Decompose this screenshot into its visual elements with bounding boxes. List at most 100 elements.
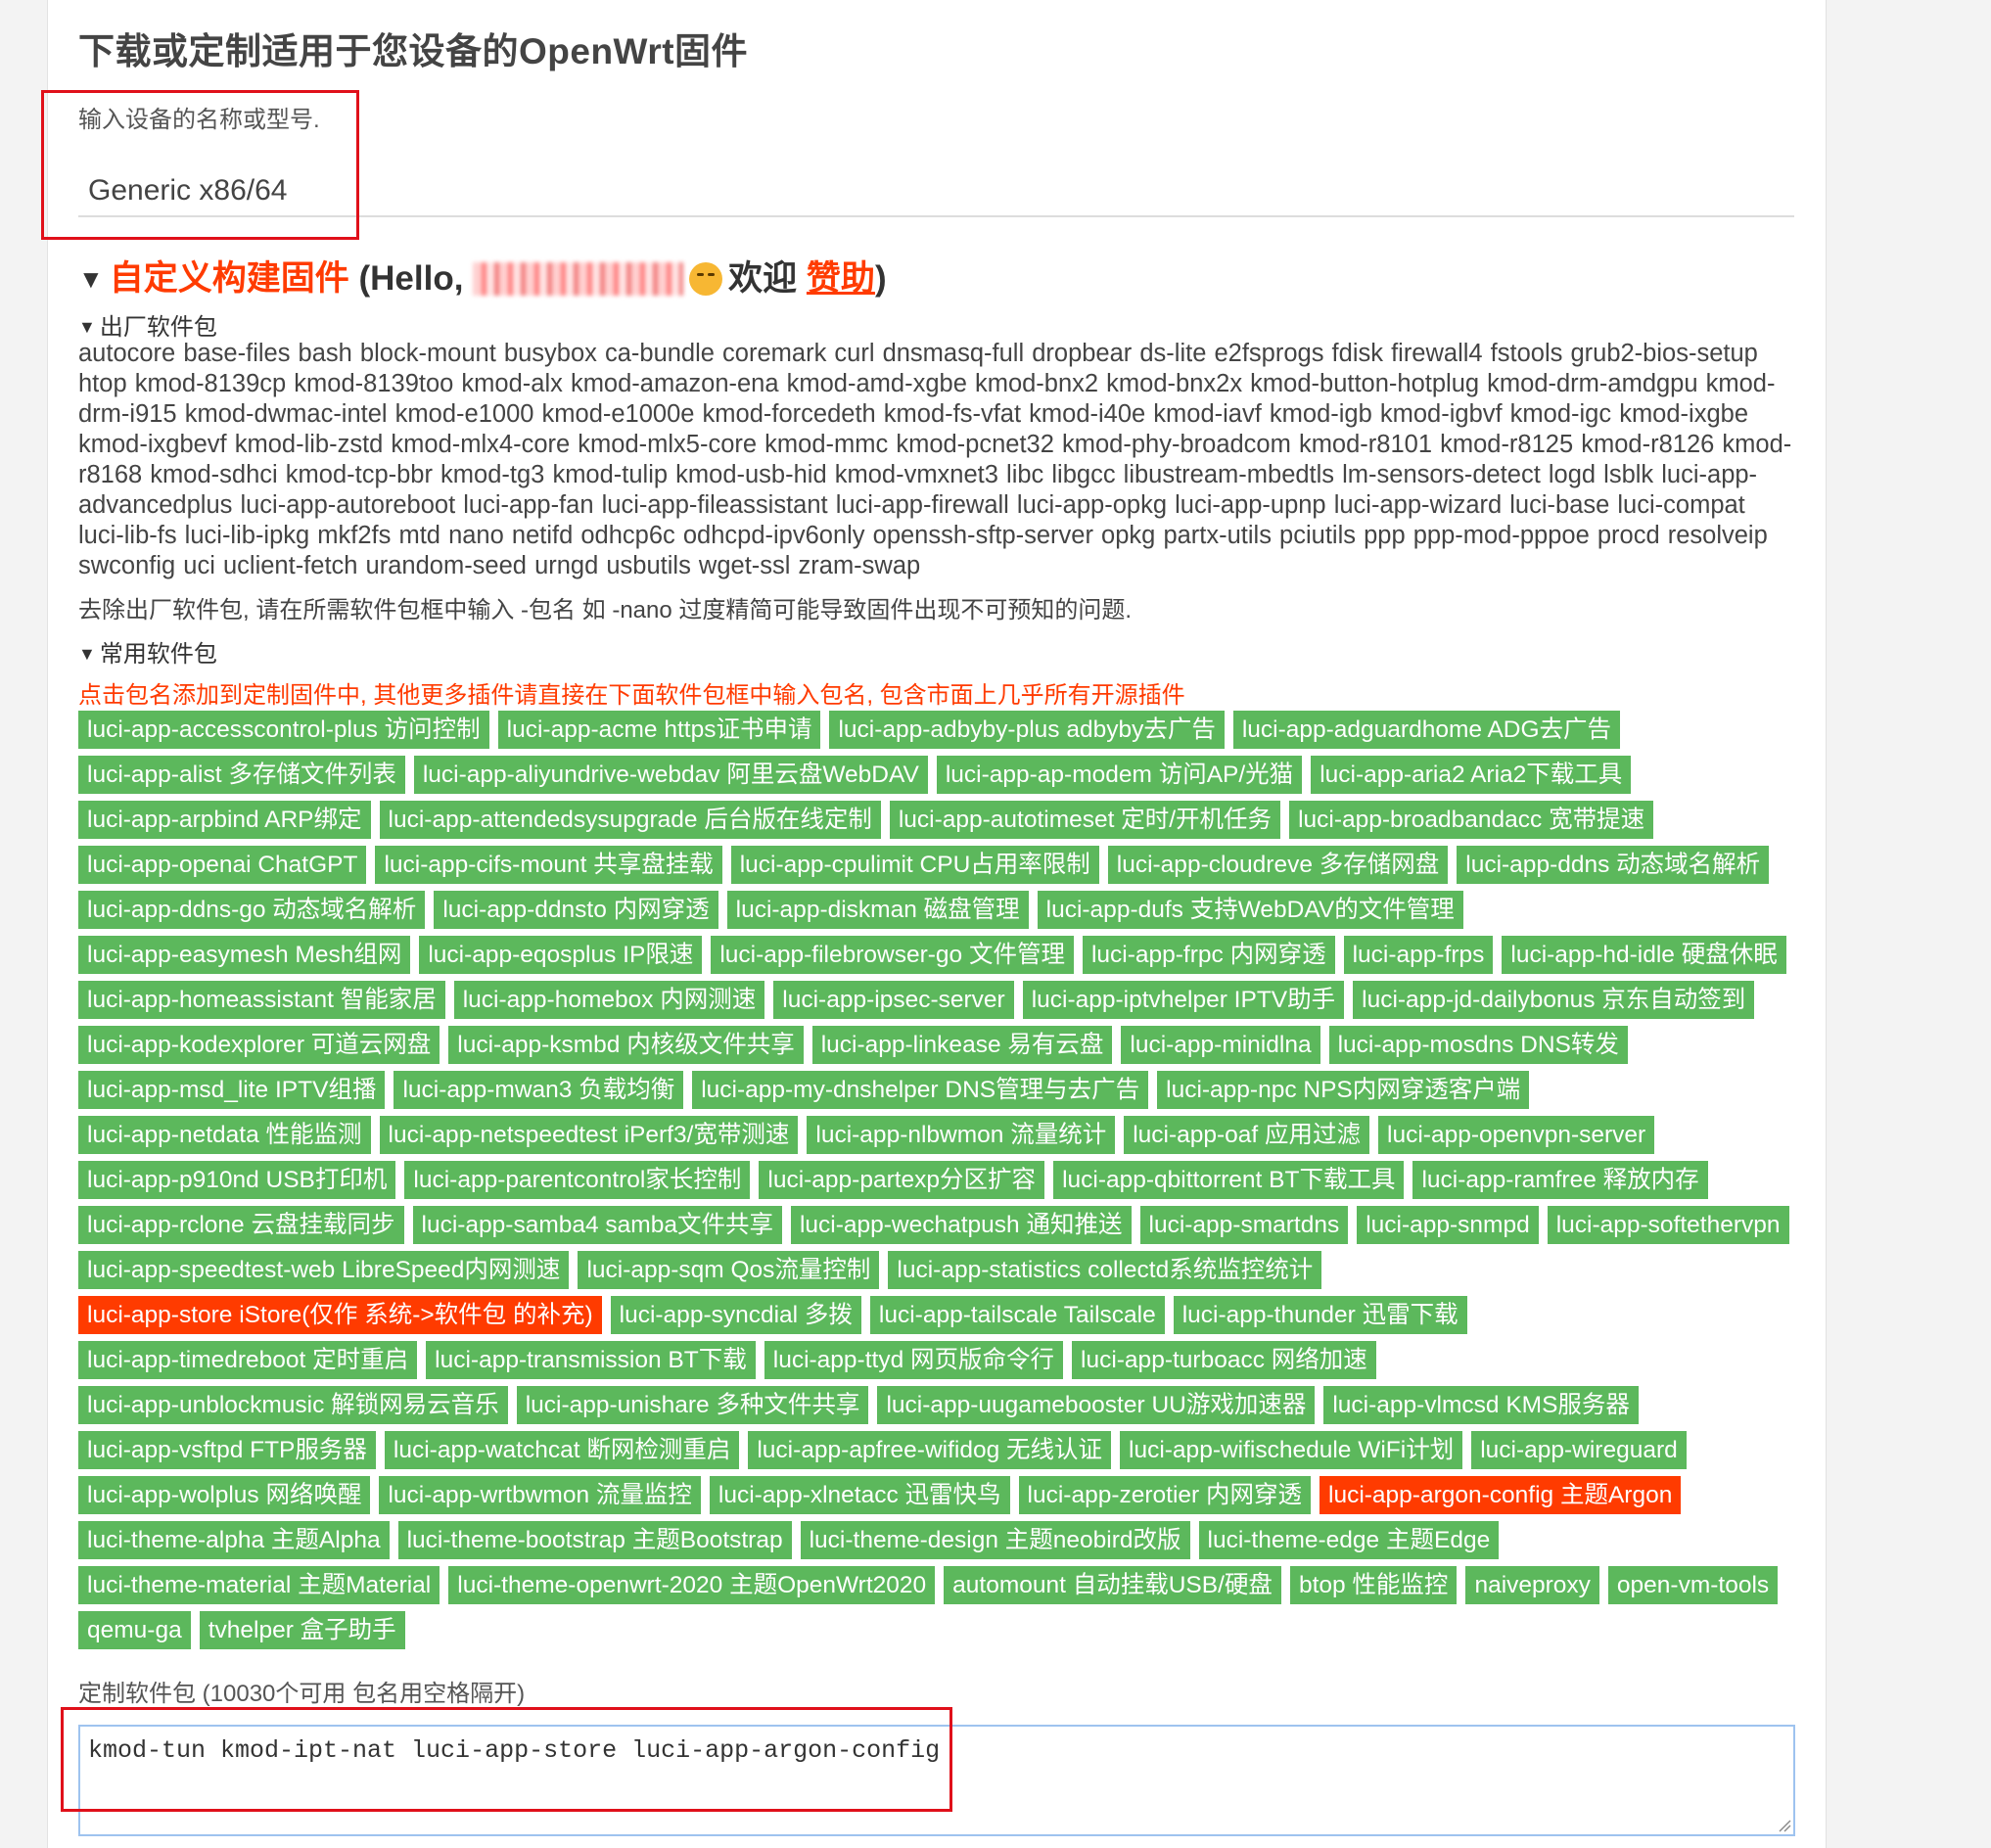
package-button[interactable]: luci-app-accesscontrol-plus 访问控制 xyxy=(78,711,489,749)
common-packages-toggle[interactable]: ▼ 常用软件包 xyxy=(78,634,217,669)
package-button[interactable]: luci-app-ipsec-server xyxy=(773,981,1014,1019)
package-button[interactable]: luci-app-uugamebooster UU游戏加速器 xyxy=(877,1386,1316,1424)
package-button[interactable]: luci-app-ramfree 释放内存 xyxy=(1412,1161,1708,1199)
collapse-triangle-icon[interactable]: ▼ xyxy=(78,317,96,337)
package-button[interactable]: luci-app-xlnetacc 迅雷快鸟 xyxy=(709,1476,1010,1514)
package-button[interactable]: naiveproxy xyxy=(1465,1566,1599,1604)
package-button[interactable]: luci-app-my-dnshelper DNS管理与去广告 xyxy=(692,1071,1149,1109)
package-button[interactable]: luci-app-sqm Qos流量控制 xyxy=(578,1251,880,1289)
package-button[interactable]: luci-app-easymesh Mesh组网 xyxy=(78,936,411,974)
package-button[interactable]: luci-app-openai ChatGPT xyxy=(78,846,367,884)
package-button[interactable]: luci-app-parentcontrol家长控制 xyxy=(404,1161,751,1199)
package-button[interactable]: luci-app-timedreboot 定时重启 xyxy=(78,1341,418,1379)
package-button[interactable]: luci-app-cloudreve 多存储网盘 xyxy=(1107,846,1449,884)
package-button[interactable]: luci-app-attendedsysupgrade 后台版在线定制 xyxy=(379,801,881,839)
custom-build-heading[interactable]: ▼ 自定义构建固件 (Hello, 欢迎 赞助) xyxy=(78,251,887,300)
package-button[interactable]: luci-app-linkease 易有云盘 xyxy=(811,1026,1113,1064)
package-button[interactable]: automount 自动挂载USB/硬盘 xyxy=(944,1566,1281,1604)
package-button[interactable]: luci-theme-bootstrap 主题Bootstrap xyxy=(397,1521,792,1559)
package-button[interactable]: luci-app-rclone 云盘挂载同步 xyxy=(78,1206,404,1244)
package-button[interactable]: luci-app-wireguard xyxy=(1471,1431,1687,1469)
package-button[interactable]: luci-app-ddns 动态域名解析 xyxy=(1457,846,1770,884)
package-button[interactable]: luci-app-filebrowser-go 文件管理 xyxy=(711,936,1074,974)
package-button[interactable]: luci-app-diskman 磁盘管理 xyxy=(726,891,1029,929)
package-button[interactable]: luci-app-jd-dailybonus 京东自动签到 xyxy=(1353,981,1755,1019)
package-button[interactable]: luci-app-samba4 samba文件共享 xyxy=(412,1206,782,1244)
package-button[interactable]: luci-app-netspeedtest iPerf3/宽带测速 xyxy=(379,1116,799,1154)
package-button[interactable]: luci-app-vlmcsd KMS服务器 xyxy=(1323,1386,1639,1424)
package-button[interactable]: luci-theme-design 主题neobird改版 xyxy=(800,1521,1190,1559)
package-button[interactable]: luci-theme-material 主题Material xyxy=(78,1566,440,1604)
package-button[interactable]: luci-app-zerotier 内网穿透 xyxy=(1018,1476,1311,1514)
package-button[interactable]: luci-app-turboacc 网络加速 xyxy=(1072,1341,1376,1379)
package-button[interactable]: open-vm-tools xyxy=(1607,1566,1779,1604)
package-button[interactable]: luci-app-statistics collectd系统监控统计 xyxy=(888,1251,1322,1289)
package-button[interactable]: luci-app-msd_lite IPTV组播 xyxy=(78,1071,386,1109)
package-button[interactable]: luci-app-unblockmusic 解锁网易云音乐 xyxy=(78,1386,508,1424)
package-button[interactable]: luci-app-syncdial 多拨 xyxy=(610,1296,861,1334)
package-button[interactable]: luci-app-transmission BT下载 xyxy=(426,1341,756,1379)
package-button[interactable]: luci-app-alist 多存储文件列表 xyxy=(78,756,405,794)
package-button[interactable]: luci-app-ttyd 网页版命令行 xyxy=(764,1341,1064,1379)
package-button[interactable]: luci-app-partexp分区扩容 xyxy=(759,1161,1045,1199)
resize-grip-icon[interactable] xyxy=(1778,1819,1791,1832)
package-button[interactable]: luci-app-aliyundrive-webdav 阿里云盘WebDAV xyxy=(413,756,928,794)
package-button-selected[interactable]: luci-app-store iStore(仅作 系统->软件包 的补充) xyxy=(78,1296,602,1334)
package-button[interactable]: luci-app-watchcat 断网检测重启 xyxy=(384,1431,740,1469)
package-button[interactable]: qemu-ga xyxy=(78,1611,191,1649)
package-button[interactable]: luci-app-homebox 内网测速 xyxy=(453,981,765,1019)
package-button[interactable]: luci-app-thunder 迅雷下载 xyxy=(1173,1296,1467,1334)
package-button[interactable]: luci-app-frpc 内网穿透 xyxy=(1082,936,1335,974)
custom-packages-textarea[interactable] xyxy=(78,1725,1795,1836)
package-button-selected[interactable]: luci-app-argon-config 主题Argon xyxy=(1320,1476,1682,1514)
package-button[interactable]: luci-app-dufs 支持WebDAV的文件管理 xyxy=(1037,891,1463,929)
package-button[interactable]: luci-app-adguardhome ADG去广告 xyxy=(1232,711,1621,749)
package-button[interactable]: luci-app-speedtest-web LibreSpeed内网测速 xyxy=(78,1251,570,1289)
package-button[interactable]: luci-app-netdata 性能监测 xyxy=(78,1116,371,1154)
package-button[interactable]: luci-app-tailscale Tailscale xyxy=(869,1296,1165,1334)
package-button[interactable]: luci-theme-alpha 主题Alpha xyxy=(78,1521,390,1559)
package-button[interactable]: luci-app-unishare 多种文件共享 xyxy=(516,1386,869,1424)
package-button[interactable]: luci-app-vsftpd FTP服务器 xyxy=(78,1431,376,1469)
package-button[interactable]: luci-app-iptvhelper IPTV助手 xyxy=(1022,981,1345,1019)
package-button[interactable]: luci-app-ksmbd 内核级文件共享 xyxy=(448,1026,804,1064)
package-button[interactable]: luci-app-aria2 Aria2下载工具 xyxy=(1311,756,1632,794)
package-button[interactable]: luci-app-cifs-mount 共享盘挂载 xyxy=(375,846,722,884)
collapse-triangle-icon[interactable]: ▼ xyxy=(78,264,104,294)
package-button[interactable]: luci-app-smartdns xyxy=(1139,1206,1349,1244)
package-button[interactable]: luci-app-broadbandacc 宽带提速 xyxy=(1289,801,1654,839)
package-button[interactable]: luci-app-apfree-wifidog 无线认证 xyxy=(748,1431,1112,1469)
package-button[interactable]: luci-app-softethervpn xyxy=(1547,1206,1789,1244)
package-button[interactable]: luci-app-wolplus 网络唤醒 xyxy=(78,1476,371,1514)
package-button[interactable]: tvhelper 盒子助手 xyxy=(199,1611,405,1649)
device-search-input[interactable] xyxy=(78,166,1794,217)
package-button[interactable]: luci-app-wrtbwmon 流量监控 xyxy=(379,1476,701,1514)
package-button[interactable]: luci-app-eqosplus IP限速 xyxy=(419,936,703,974)
package-button[interactable]: luci-app-frps xyxy=(1343,936,1494,974)
package-button[interactable]: luci-app-minidlna xyxy=(1121,1026,1320,1064)
package-button[interactable]: luci-app-ddns-go 动态域名解析 xyxy=(78,891,426,929)
package-button[interactable]: luci-app-autotimeset 定时/开机任务 xyxy=(889,801,1281,839)
collapse-triangle-icon[interactable]: ▼ xyxy=(78,644,96,664)
package-button[interactable]: luci-app-adbyby-plus adbyby去广告 xyxy=(829,711,1225,749)
package-button[interactable]: luci-app-openvpn-server xyxy=(1378,1116,1655,1154)
package-button[interactable]: luci-app-wechatpush 通知推送 xyxy=(790,1206,1132,1244)
package-button[interactable]: luci-app-p910nd USB打印机 xyxy=(78,1161,396,1199)
package-button[interactable]: luci-app-ap-modem 访问AP/光猫 xyxy=(936,756,1303,794)
package-button[interactable]: luci-theme-edge 主题Edge xyxy=(1198,1521,1500,1559)
package-button[interactable]: luci-app-ddnsto 内网穿透 xyxy=(434,891,718,929)
package-button[interactable]: luci-app-npc NPS内网穿透客户端 xyxy=(1157,1071,1530,1109)
package-button[interactable]: luci-app-wifischedule WiFi计划 xyxy=(1120,1431,1463,1469)
package-button[interactable]: luci-app-snmpd xyxy=(1357,1206,1539,1244)
package-button[interactable]: luci-app-arpbind ARP绑定 xyxy=(78,801,371,839)
package-button[interactable]: luci-app-cpulimit CPU占用率限制 xyxy=(730,846,1099,884)
package-button[interactable]: luci-app-oaf 应用过滤 xyxy=(1124,1116,1370,1154)
package-button[interactable]: luci-app-qbittorrent BT下载工具 xyxy=(1053,1161,1405,1199)
package-button[interactable]: luci-app-mosdns DNS转发 xyxy=(1328,1026,1628,1064)
package-button[interactable]: luci-app-mwan3 负载均衡 xyxy=(394,1071,684,1109)
package-button[interactable]: btop 性能监控 xyxy=(1289,1566,1458,1604)
package-button[interactable]: luci-theme-openwrt-2020 主题OpenWrt2020 xyxy=(448,1566,936,1604)
package-button[interactable]: luci-app-kodexplorer 可道云网盘 xyxy=(78,1026,440,1064)
package-button[interactable]: luci-app-acme https证书申请 xyxy=(497,711,821,749)
sponsor-link[interactable]: 赞助 xyxy=(807,259,875,298)
